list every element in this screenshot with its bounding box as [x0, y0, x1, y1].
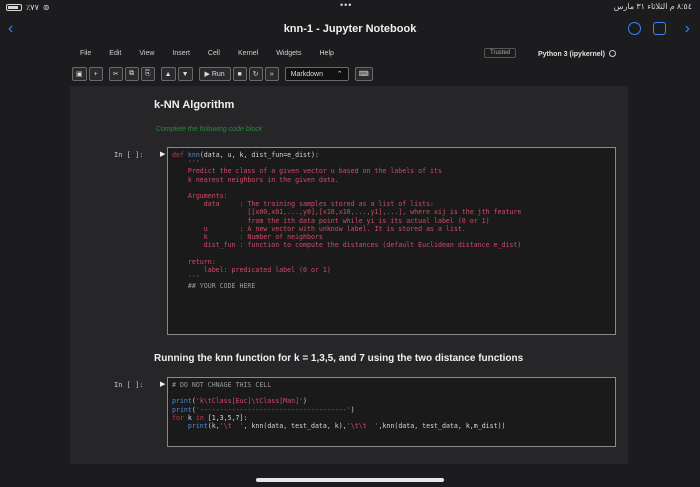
- cell-type-value: Markdown: [290, 70, 323, 78]
- markdown-heading[interactable]: k-NN Algorithm: [154, 99, 234, 111]
- menu-item-file[interactable]: File: [80, 50, 91, 57]
- restart-icon[interactable]: ↻: [248, 67, 263, 81]
- menu-item-insert[interactable]: Insert: [172, 50, 190, 57]
- jupyter-menubar: File Edit View Insert Cell Kernel Widgets Help …: [0, 44, 700, 64]
- stop-icon[interactable]: ■: [232, 67, 247, 81]
- cell-prompt: In [ ]:: [114, 381, 144, 389]
- trusted-badge[interactable]: Trusted: [484, 48, 517, 58]
- battery-percent: ٪٧٧: [26, 3, 39, 12]
- run-indicator-icon[interactable]: ▶: [160, 150, 165, 158]
- cell-prompt: In [ ]:: [114, 151, 144, 159]
- menu-item-view[interactable]: View: [139, 50, 154, 57]
- notebook-container: k-NN Algorithm Complete the following co…: [70, 86, 628, 464]
- run-indicator-icon[interactable]: ▶: [160, 380, 165, 388]
- fast-forward-icon[interactable]: »: [264, 67, 279, 81]
- home-indicator[interactable]: [256, 478, 444, 482]
- menu-item-edit[interactable]: Edit: [109, 50, 121, 57]
- chevron-down-icon: ⌃: [336, 71, 343, 78]
- menu-item-help[interactable]: Help: [320, 50, 334, 57]
- section-heading[interactable]: Running the knn function for k = 1,3,5, …: [154, 353, 523, 364]
- menu-item-kernel[interactable]: Kernel: [238, 50, 258, 57]
- paste-icon[interactable]: ⎘: [140, 67, 155, 81]
- code-cell-run-knn[interactable]: # DO NOT CHNAGE THIS CELL print('k\tClas…: [167, 377, 616, 447]
- share-icon[interactable]: [653, 22, 666, 35]
- code-cell-knn[interactable]: def knn(data, u, k, dist_fun=e_dist): ''…: [167, 147, 616, 335]
- status-bar: ٪٧٧ ⊚ ••• ٨:٥٤ م الثلاثاء ٣١ مارس: [0, 0, 700, 14]
- cell-type-select[interactable]: Markdown ⌃: [284, 67, 349, 81]
- kernel-status-icon: [608, 50, 616, 57]
- keyboard-icon[interactable]: ⌨: [354, 67, 373, 81]
- instruction-text: Complete the following code block: [156, 126, 263, 133]
- cut-icon[interactable]: ✂: [108, 67, 123, 81]
- battery-icon: [6, 4, 22, 11]
- browser-bar: ‹ knn-1 - Jupyter Notebook ›: [0, 14, 700, 44]
- multitask-dots[interactable]: •••: [340, 0, 352, 10]
- save-icon[interactable]: ▣: [72, 67, 87, 81]
- kernel-indicator: Python 3 (ipykernel): [538, 50, 616, 58]
- compass-icon[interactable]: [628, 22, 641, 35]
- menu-item-cell[interactable]: Cell: [208, 50, 220, 57]
- forward-chevron-icon[interactable]: ›: [685, 20, 690, 38]
- move-down-icon[interactable]: ▼: [177, 67, 193, 81]
- status-clock: ٨:٥٤ م الثلاثاء ٣١ مارس: [613, 2, 692, 11]
- menu-item-widgets[interactable]: Widgets: [276, 50, 301, 57]
- copy-icon[interactable]: ⧉: [124, 67, 139, 81]
- page-title: knn-1 - Jupyter Notebook: [283, 23, 417, 35]
- jupyter-toolbar: ▣ + ✂ ⧉ ⎘ ▲ ▼ ▶ Run ■ ↻ » Markdown ⌃ ⌨: [72, 66, 373, 82]
- move-up-icon[interactable]: ▲: [160, 67, 176, 81]
- add-cell-icon[interactable]: +: [88, 67, 103, 81]
- kernel-name: Python 3 (ipykernel): [538, 51, 605, 58]
- link-icon: ⊚: [42, 3, 50, 12]
- run-button[interactable]: ▶ Run: [198, 67, 231, 81]
